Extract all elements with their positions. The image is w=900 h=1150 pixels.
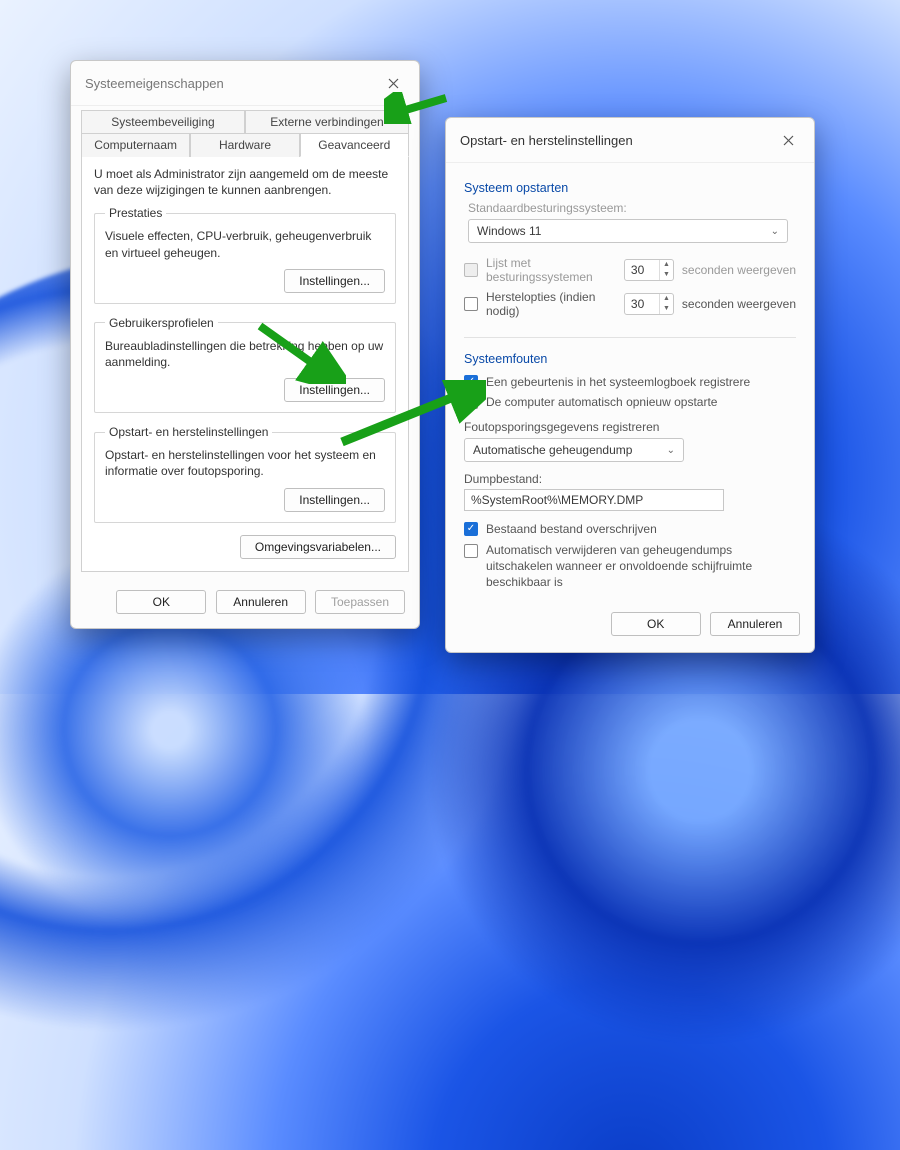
default-os-label: Standaardbesturingssysteem: [468, 201, 796, 215]
performance-settings-button[interactable]: Instellingen... [284, 269, 385, 293]
auto-restart-label: De computer automatisch opnieuw opstarte [486, 395, 717, 409]
dump-file-label: Dumpbestand: [464, 472, 796, 486]
tab-hardware[interactable]: Hardware [190, 133, 299, 157]
environment-variables-button[interactable]: Omgevingsvariabelen... [240, 535, 396, 559]
chevron-up-icon[interactable]: ▲ [660, 294, 673, 304]
seconds-suffix-1: seconden weergeven [682, 263, 796, 277]
annotation-arrow-to-advanced-tab [384, 92, 450, 124]
admin-note: U moet als Administrator zijn aangemeld … [94, 166, 396, 198]
system-startup-section: Systeem opstarten Standaardbesturingssys… [464, 167, 796, 338]
startup-recovery-dialog: Opstart- en herstelinstellingen Systeem … [445, 117, 815, 653]
show-os-list-seconds-value: 30 [631, 263, 644, 277]
startup-recovery-legend: Opstart- en herstelinstellingen [105, 425, 272, 439]
annotation-arrow-to-startup-settings-button [256, 322, 346, 384]
performance-legend: Prestaties [105, 206, 166, 220]
sysprops-titlebar: Systeemeigenschappen [71, 61, 419, 106]
default-os-value: Windows 11 [477, 224, 541, 238]
system-properties-dialog: Systeemeigenschappen Systeembeveiliging … [70, 60, 420, 629]
chevron-down-icon: ⌄ [667, 445, 675, 456]
sysprops-tabs: Systeembeveiliging Externe verbindingen … [71, 106, 419, 157]
seconds-suffix-2: seconden weergeven [682, 297, 796, 311]
overwrite-label: Bestaand bestand overschrijven [486, 522, 657, 536]
recovery-seconds-spinner[interactable]: 30 ▲▼ [624, 293, 674, 315]
dump-file-input[interactable]: %SystemRoot%\MEMORY.DMP [464, 489, 724, 511]
recovery-options-label: Herstelopties (indien nodig) [486, 290, 616, 318]
show-os-list-checkbox[interactable] [464, 263, 478, 277]
dump-type-value: Automatische geheugendump [473, 443, 632, 457]
user-profiles-legend: Gebruikersprofielen [105, 316, 218, 330]
tab-system-protection[interactable]: Systeembeveiliging [81, 110, 245, 133]
show-os-list-seconds-spinner[interactable]: 30 ▲▼ [624, 259, 674, 281]
tab-computer-name[interactable]: Computernaam [81, 133, 190, 157]
performance-desc: Visuele effecten, CPU-verbruik, geheugen… [105, 228, 385, 260]
startup-recovery-desc: Opstart- en herstelinstellingen voor het… [105, 447, 385, 479]
debug-info-heading: Foutopsporingsgegevens registreren [464, 420, 796, 434]
close-icon[interactable] [772, 126, 804, 154]
chevron-up-icon[interactable]: ▲ [660, 260, 673, 270]
show-os-list-label: Lijst met besturingssystemen [486, 256, 616, 284]
recovery-options-checkbox[interactable] [464, 297, 478, 311]
system-failure-heading: Systeemfouten [464, 352, 796, 366]
overwrite-checkbox[interactable] [464, 522, 478, 536]
startup-recovery-settings-button[interactable]: Instellingen... [284, 488, 385, 512]
sysprops-apply-button[interactable]: Toepassen [315, 590, 405, 614]
startup-dlg-buttons: OK Annuleren [446, 604, 814, 652]
sysprops-title: Systeemeigenschappen [85, 76, 224, 91]
dump-file-value: %SystemRoot%\MEMORY.DMP [471, 493, 643, 507]
startup-dlg-ok-button[interactable]: OK [611, 612, 701, 636]
default-os-select[interactable]: Windows 11 ⌄ [468, 219, 788, 243]
disable-autodelete-label: Automatisch verwijderen van geheugendump… [486, 542, 796, 591]
startup-dlg-title: Opstart- en herstelinstellingen [460, 133, 633, 148]
system-failure-section: Systeemfouten Een gebeurtenis in het sys… [458, 338, 802, 604]
dump-type-select[interactable]: Automatische geheugendump ⌄ [464, 438, 684, 462]
performance-group: Prestaties Visuele effecten, CPU-verbrui… [94, 206, 396, 303]
startup-dlg-cancel-button[interactable]: Annuleren [710, 612, 800, 636]
tab-advanced[interactable]: Geavanceerd [300, 133, 409, 157]
sysprops-tab-body: U moet als Administrator zijn aangemeld … [81, 156, 409, 572]
disable-autodelete-checkbox[interactable] [464, 544, 478, 558]
chevron-down-icon[interactable]: ▼ [660, 304, 673, 314]
startup-dlg-titlebar: Opstart- en herstelinstellingen [446, 118, 814, 163]
sysprops-cancel-button[interactable]: Annuleren [216, 590, 306, 614]
chevron-down-icon[interactable]: ▼ [660, 270, 673, 280]
recovery-seconds-value: 30 [631, 297, 644, 311]
chevron-down-icon: ⌄ [771, 226, 779, 237]
sysprops-ok-button[interactable]: OK [116, 590, 206, 614]
system-startup-heading: Systeem opstarten [464, 181, 796, 195]
log-event-label: Een gebeurtenis in het systeemlogboek re… [486, 375, 750, 389]
annotation-arrow-to-auto-restart-checkbox [336, 380, 486, 450]
sysprops-buttons: OK Annuleren Toepassen [71, 582, 419, 628]
